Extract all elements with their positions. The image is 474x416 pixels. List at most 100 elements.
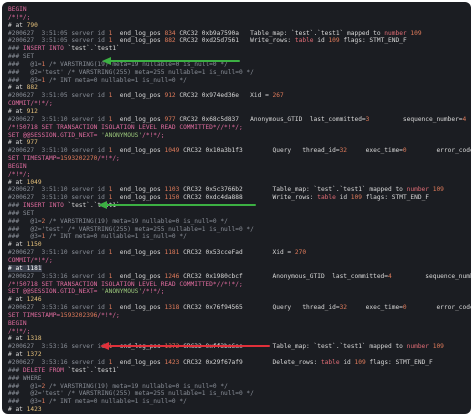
terminal-text-segment: end_log_pos bbox=[112, 37, 165, 45]
terminal-text-segment: id bbox=[313, 37, 329, 45]
terminal-line: /*!*/; bbox=[8, 328, 471, 336]
terminal-text-segment: ### bbox=[8, 45, 23, 53]
terminal-text-segment: 'ANONYMOUS' bbox=[101, 131, 143, 139]
terminal-line: BEGIN bbox=[8, 6, 471, 14]
terminal-text-segment: #200627 3:53:16 server id bbox=[8, 304, 109, 312]
terminal-output: BEGIN/*!*/; # at 790 #200627 3:51:05 serve… bbox=[8, 6, 471, 414]
terminal-line: SET @@SESSION.GTID_NEXT= 'ANONYMOUS'/*!*… bbox=[8, 132, 471, 140]
terminal-text-segment: /*!*/; bbox=[8, 13, 31, 21]
terminal-text-segment: 32 bbox=[339, 147, 348, 155]
terminal-line: # at 1246 bbox=[8, 296, 471, 304]
terminal-text-segment: ### @3= bbox=[8, 233, 42, 241]
terminal-text-segment: CRC32 0x10a3b1f3 Query thread_id= bbox=[179, 147, 340, 155]
terminal-line: #200627 3:53:16 server id 1 end_log_pos … bbox=[8, 359, 471, 367]
terminal-line: # at 882 bbox=[8, 84, 471, 92]
terminal-line: #200627 3:51:10 server id 1 end_log_pos … bbox=[8, 116, 471, 124]
terminal-text-segment: 109 bbox=[328, 37, 340, 45]
terminal-text-segment: 1049 bbox=[26, 178, 42, 186]
terminal-text-segment: end_log_pos bbox=[112, 249, 165, 257]
terminal-line: BEGIN bbox=[8, 320, 471, 328]
terminal-line: ### @1=2 /* VARSTRING(19) meta=19 nullab… bbox=[8, 383, 471, 391]
terminal-text-segment: /* VARSTRING(19) meta=19 nullable=0 is_n… bbox=[45, 217, 228, 225]
terminal-text-segment: 882 bbox=[26, 84, 38, 92]
terminal-text-segment: /*!50718 SET TRANSACTION ISOLATION LEVEL… bbox=[8, 123, 243, 131]
terminal-text-segment: ### @1= bbox=[8, 60, 42, 68]
terminal-line: COMMIT/*!*/; bbox=[8, 100, 471, 108]
terminal-text-segment: 109 bbox=[429, 343, 444, 351]
terminal-text-segment: end_log_pos bbox=[112, 186, 165, 194]
terminal-line: /*!*/; bbox=[8, 171, 471, 179]
terminal-text-segment: SET @@SESSION.GTID_NEXT= bbox=[8, 288, 102, 296]
terminal-text-segment: SET TIMESTAMP= bbox=[8, 311, 61, 319]
terminal-line: #200627 3:51:05 server id 1 end_log_pos … bbox=[8, 92, 471, 100]
terminal-window[interactable]: BEGIN/*!*/; # at 790 #200627 3:51:05 serve… bbox=[2, 2, 471, 414]
terminal-text-segment: ### WHERE bbox=[8, 374, 42, 382]
terminal-text-segment: #200627 3:53:16 server id bbox=[8, 343, 109, 351]
terminal-text-segment: 1150 bbox=[164, 194, 180, 202]
terminal-line: #200627 3:51:10 server id 1 end_log_pos … bbox=[8, 186, 471, 194]
terminal-text-segment: # at bbox=[8, 84, 27, 92]
terminal-text-segment: # at bbox=[8, 264, 27, 272]
terminal-line: #200627 3:51:05 server id 1 end_log_pos … bbox=[8, 30, 471, 38]
terminal-text-segment: table bbox=[294, 37, 314, 45]
terminal-text-segment: COMMIT bbox=[8, 257, 31, 264]
terminal-text-segment: # at bbox=[8, 21, 27, 29]
terminal-line: ### @1=2 /* VARSTRING(19) meta=19 nullab… bbox=[8, 218, 471, 226]
terminal-text-segment: CRC32 0xb9a7590a Table_map: `test`.`test… bbox=[175, 29, 385, 37]
terminal-text-segment: /* INT meta=0 nullable=1 is_null=0 */ bbox=[45, 233, 187, 241]
terminal-text-segment: /*!*/; bbox=[30, 257, 53, 264]
terminal-line: # at 1150 bbox=[8, 241, 471, 249]
terminal-text-segment: 32 bbox=[339, 304, 348, 312]
terminal-text-segment: INSERT INTO bbox=[22, 202, 64, 210]
terminal-text-segment: SET @@SESSION.GTID_NEXT= bbox=[8, 131, 102, 139]
terminal-text-segment: CRC32 0x76f94565 Query thread_id= bbox=[179, 304, 340, 312]
terminal-line: #200627 3:53:16 server id 1 end_log_pos … bbox=[8, 273, 471, 281]
terminal-text-segment: 977 bbox=[164, 115, 176, 123]
terminal-text-segment: /*!*/; bbox=[30, 100, 53, 108]
terminal-text-segment: table bbox=[320, 358, 340, 366]
terminal-text-segment: # at bbox=[8, 406, 27, 414]
terminal-line: #200627 3:51:10 server id 1 end_log_pos … bbox=[8, 147, 471, 155]
terminal-line: ### @2='test' /* VARSTRING(255) meta=255… bbox=[8, 69, 471, 77]
terminal-text-segment: SET TIMESTAMP= bbox=[8, 155, 61, 163]
terminal-line: BEGIN bbox=[8, 163, 471, 171]
terminal-text-segment: ### bbox=[8, 366, 23, 374]
terminal-text-segment: # at bbox=[8, 178, 27, 186]
terminal-text-segment: end_log_pos bbox=[112, 194, 165, 202]
terminal-text-segment: id bbox=[339, 358, 355, 366]
terminal-line: COMMIT/*!*/; bbox=[8, 257, 471, 265]
terminal-line: ### @3=1 /* INT meta=0 nullable=1 is_nul… bbox=[8, 398, 471, 406]
terminal-line: ### INSERT INTO `test`.`test1` bbox=[8, 45, 471, 53]
terminal-text-segment: #200627 3:51:10 server id bbox=[8, 249, 109, 257]
terminal-text-segment: /*!*/; bbox=[142, 131, 165, 139]
terminal-text-segment: ### SET bbox=[8, 53, 35, 61]
terminal-text-segment: error_code= bbox=[406, 304, 471, 312]
terminal-text-segment: end_log_pos bbox=[112, 115, 165, 123]
terminal-text-segment: /*!*/; bbox=[8, 327, 31, 335]
terminal-text-segment: #200627 3:51:10 server id bbox=[8, 147, 109, 155]
terminal-text-segment: sequence_number= bbox=[425, 272, 471, 280]
terminal-text-segment: 1246 bbox=[164, 272, 180, 280]
terminal-text-segment: ### @2='test' /* VARSTRING(255) meta=255… bbox=[8, 225, 254, 233]
terminal-text-segment: ### @2='test' /* VARSTRING(255) meta=255… bbox=[8, 68, 254, 76]
terminal-text-segment: CRC32 0xdc4da888 Write_rows: bbox=[179, 194, 318, 202]
terminal-text-segment: DELETE FROM bbox=[22, 366, 64, 374]
terminal-text-segment: exec_time= bbox=[347, 147, 403, 155]
terminal-text-segment: /*!50718 SET TRANSACTION ISOLATION LEVEL… bbox=[8, 280, 243, 288]
terminal-text-segment: BEGIN bbox=[8, 162, 27, 170]
terminal-text-segment: INSERT INTO bbox=[22, 45, 64, 53]
terminal-text-segment: /* VARSTRING(19) meta=19 nullable=0 is_n… bbox=[45, 382, 228, 390]
terminal-text-segment: BEGIN bbox=[8, 319, 27, 327]
terminal-text-segment: 1150 bbox=[26, 241, 42, 249]
terminal-text-segment: # at bbox=[8, 296, 27, 304]
terminal-line: ### @3=1 /* INT meta=0 nullable=1 is_nul… bbox=[8, 77, 471, 85]
terminal-text-segment: /*!*/; bbox=[97, 155, 120, 163]
terminal-line: /*!*/; bbox=[8, 14, 471, 22]
terminal-text-segment: CRC32 0x974ed36e Xid = bbox=[175, 92, 273, 100]
terminal-text-segment: #200627 3:51:10 server id bbox=[8, 115, 109, 123]
terminal-text-segment: 1049 bbox=[164, 147, 180, 155]
terminal-text-segment: 1181 bbox=[164, 249, 180, 257]
terminal-line: # at 790 bbox=[8, 22, 471, 30]
terminal-line: ### @1=1 /* VARSTRING(19) meta=19 nullab… bbox=[8, 61, 471, 69]
terminal-text-segment: end_log_pos bbox=[112, 147, 165, 155]
